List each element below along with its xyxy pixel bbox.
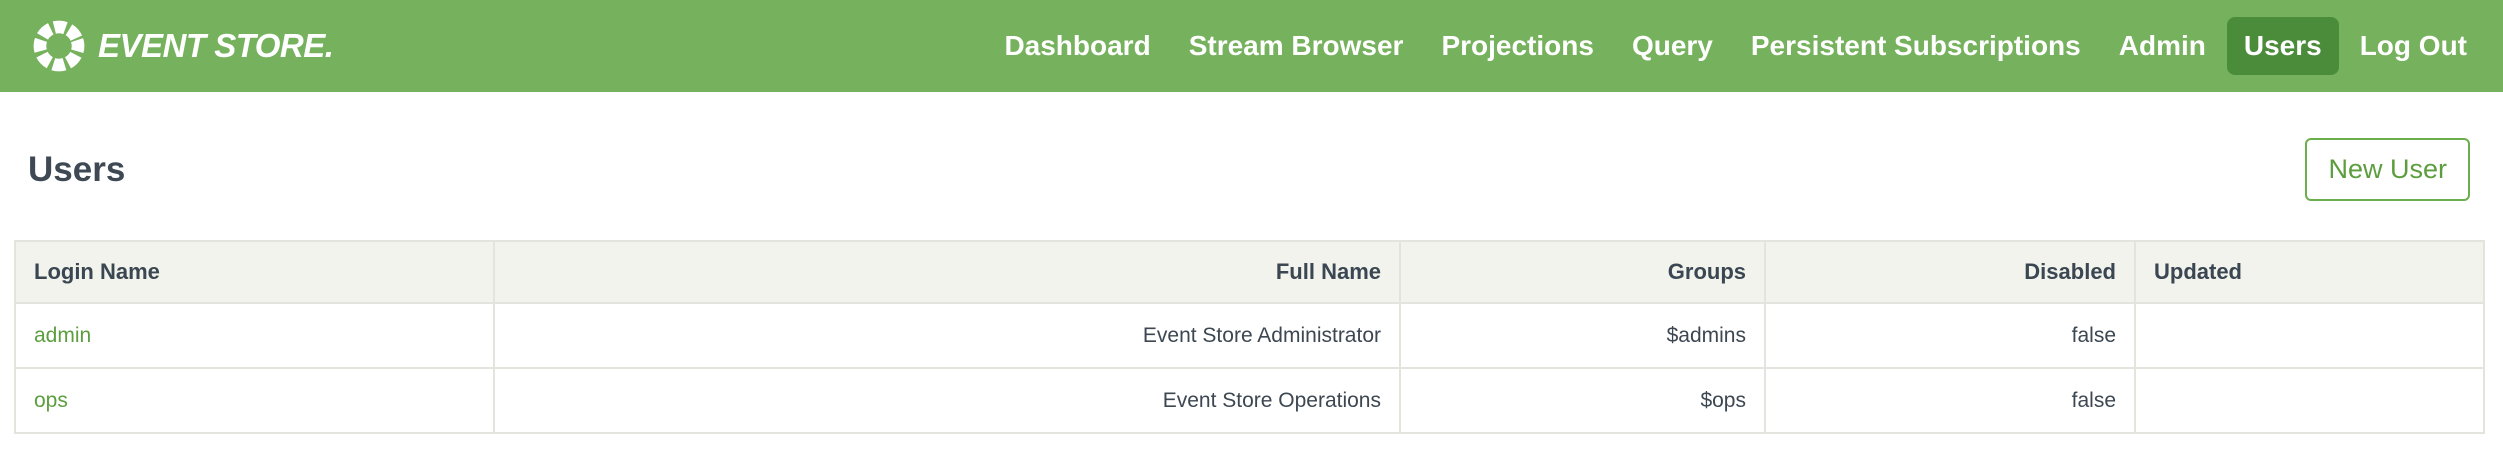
column-header-full-name: Full Name — [494, 241, 1400, 303]
nav-item-stream-browser[interactable]: Stream Browser — [1172, 17, 1421, 75]
cell-groups: $admins — [1400, 303, 1765, 368]
column-header-disabled: Disabled — [1765, 241, 2135, 303]
column-header-updated: Updated — [2135, 241, 2484, 303]
cell-groups: $ops — [1400, 368, 1765, 433]
table-row-ops: ops Event Store Operations $ops false — [15, 368, 2484, 433]
cell-login-name: admin — [15, 303, 494, 368]
nav-item-persistent-subscriptions[interactable]: Persistent Subscriptions — [1734, 17, 2098, 75]
cell-full-name: Event Store Operations — [494, 368, 1400, 433]
event-store-brand[interactable]: EVENT STORE. — [30, 17, 333, 75]
header-row: Login Name Full Name Groups Disabled Upd… — [15, 241, 2484, 303]
cell-updated — [2135, 303, 2484, 368]
page-title: Users — [28, 150, 125, 190]
column-header-groups: Groups — [1400, 241, 1765, 303]
new-user-button[interactable]: New User — [2305, 138, 2470, 201]
cell-disabled: false — [1765, 303, 2135, 368]
nav-item-admin[interactable]: Admin — [2102, 17, 2223, 75]
users-page: EVENT STORE. Dashboard Stream Browser Pr… — [0, 0, 2503, 462]
users-table-head: Login Name Full Name Groups Disabled Upd… — [15, 241, 2484, 303]
nav-item-log-out[interactable]: Log Out — [2343, 17, 2484, 75]
nav-item-query[interactable]: Query — [1615, 17, 1730, 75]
page-header: Users New User — [0, 138, 2503, 201]
users-table-body: admin Event Store Administrator $admins … — [15, 303, 2484, 433]
nav-item-users[interactable]: Users — [2227, 17, 2339, 75]
cell-disabled: false — [1765, 368, 2135, 433]
brand-name: EVENT STORE. — [98, 27, 333, 65]
users-table: Login Name Full Name Groups Disabled Upd… — [14, 240, 2485, 434]
cell-full-name: Event Store Administrator — [494, 303, 1400, 368]
column-header-login-name: Login Name — [15, 241, 494, 303]
main-nav: Dashboard Stream Browser Projections Que… — [987, 17, 2484, 75]
cell-updated — [2135, 368, 2484, 433]
top-navbar: EVENT STORE. Dashboard Stream Browser Pr… — [0, 0, 2503, 92]
event-store-logo-icon — [30, 17, 88, 75]
nav-item-dashboard[interactable]: Dashboard — [987, 17, 1167, 75]
user-link-ops[interactable]: ops — [34, 389, 68, 412]
table-row-admin: admin Event Store Administrator $admins … — [15, 303, 2484, 368]
users-table-container: Login Name Full Name Groups Disabled Upd… — [14, 240, 2483, 434]
user-link-admin[interactable]: admin — [34, 324, 91, 347]
nav-item-projections[interactable]: Projections — [1424, 17, 1610, 75]
cell-login-name: ops — [15, 368, 494, 433]
